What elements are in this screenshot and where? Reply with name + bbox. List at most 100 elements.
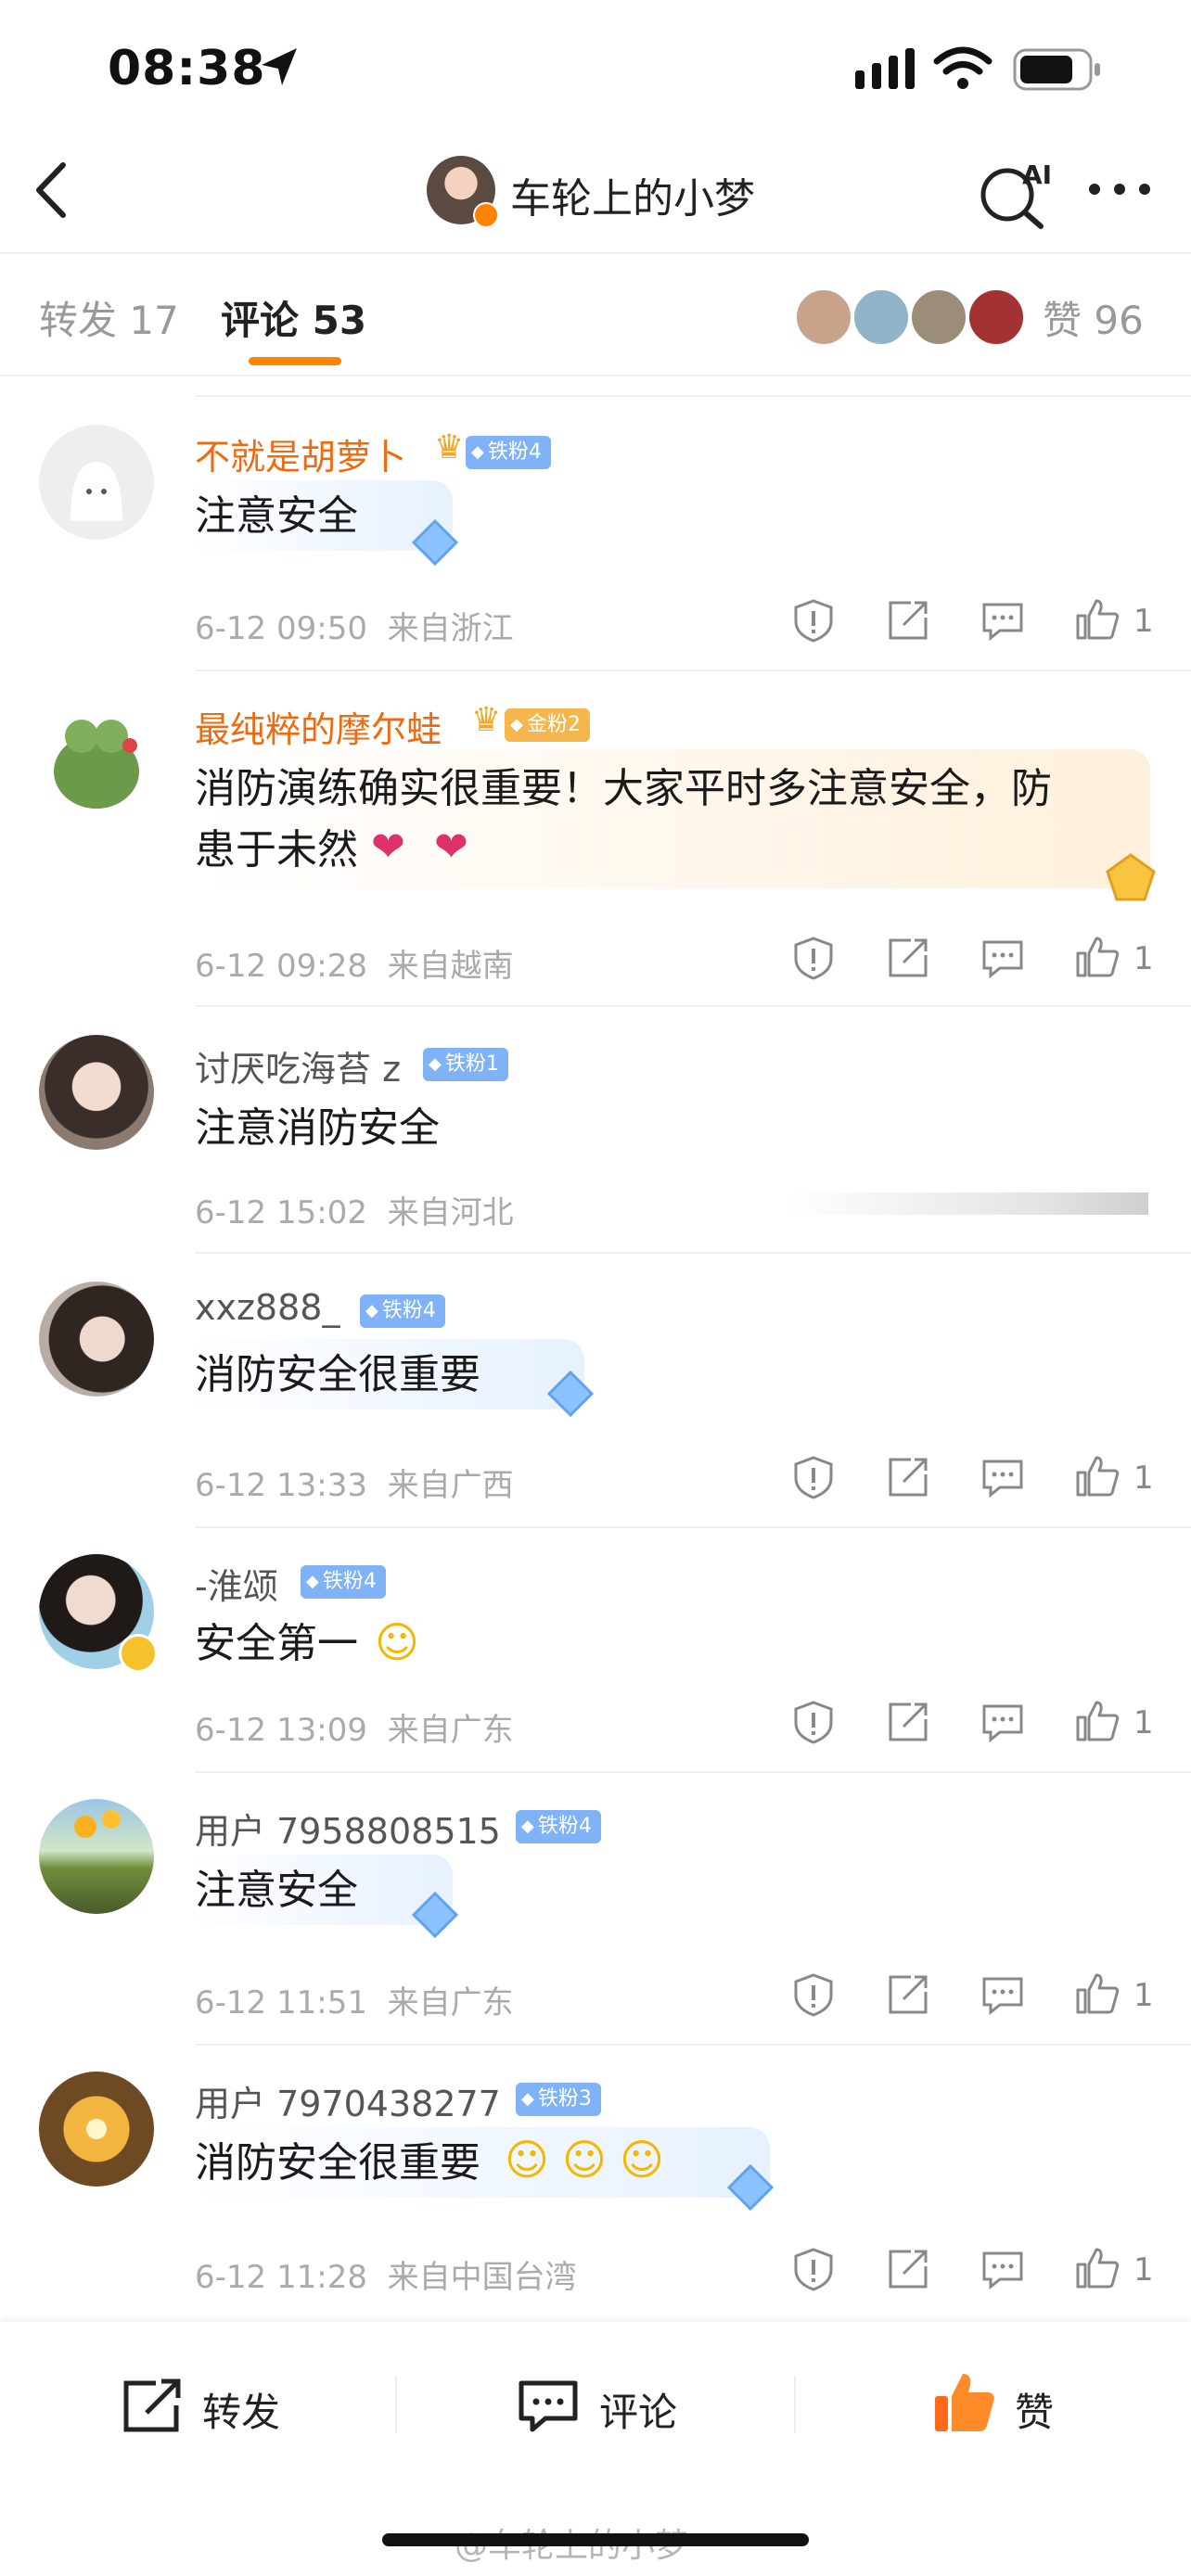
comment-divider	[195, 1771, 1191, 1773]
default-avatar-icon	[70, 462, 122, 521]
share-icon[interactable]	[885, 2246, 931, 2292]
comment-username[interactable]: 最纯粹的摩尔蛙	[195, 701, 442, 752]
reply-icon[interactable]	[980, 1971, 1026, 2018]
share-icon[interactable]	[885, 597, 931, 644]
svg-text:AI: AI	[1022, 159, 1052, 190]
share-icon[interactable]	[885, 1971, 931, 2018]
thumbs-up-icon[interactable]	[1074, 1970, 1121, 2016]
comment-username[interactable]: 讨厌吃海苔 z	[195, 1040, 401, 1091]
comment-text-line2: 患于未然	[195, 826, 358, 874]
reply-icon[interactable]	[980, 2246, 1026, 2292]
avatar[interactable]	[39, 2072, 154, 2187]
thumbs-up-icon[interactable]	[1074, 1452, 1121, 1498]
reply-icon[interactable]	[980, 597, 1026, 644]
comment-username[interactable]: 不就是胡萝卜	[195, 428, 406, 479]
comment-meta: 6-12 09:50 来自浙江	[195, 603, 514, 648]
more-options-icon[interactable]	[1087, 180, 1152, 198]
comment-date: 6-12 11:51	[195, 1984, 367, 2021]
liker-avatar[interactable]	[852, 287, 911, 347]
fan-badge: ◆ 铁粉4	[360, 1294, 445, 1328]
diamond-sticker-icon	[411, 518, 459, 567]
wifi-icon	[933, 46, 992, 89]
heart-emoji-icon: ❤	[371, 823, 405, 871]
laughing-emoji-icon: ☺	[375, 1617, 419, 1667]
report-icon[interactable]	[790, 597, 837, 644]
comment-text: 消防安全很重要	[195, 2139, 480, 2187]
like-count: 1	[1133, 603, 1154, 640]
thumbs-up-icon[interactable]	[1074, 2244, 1121, 2290]
fan-badge: ◆ 铁粉4	[301, 1565, 386, 1599]
repost-button[interactable]: 转发	[202, 2381, 280, 2438]
fan-badge: ◆ 铁粉3	[516, 2083, 601, 2116]
avatar[interactable]	[39, 1799, 154, 1914]
tab-like[interactable]: 赞 96	[1043, 289, 1144, 346]
avatar[interactable]	[39, 1282, 154, 1396]
repost-icon[interactable]	[121, 2378, 186, 2435]
fan-badge-label: 金粉2	[526, 713, 581, 736]
comment-username[interactable]: 用户 7970438277	[195, 2075, 501, 2126]
comment-location: 来自广东	[387, 1984, 514, 2021]
report-icon[interactable]	[790, 2246, 837, 2292]
comment-icon[interactable]	[516, 2376, 581, 2437]
comment-location: 来自中国台湾	[387, 2259, 577, 2296]
bottom-divider	[794, 2376, 796, 2433]
share-icon[interactable]	[885, 935, 931, 981]
liker-avatar[interactable]	[794, 287, 853, 347]
report-icon[interactable]	[790, 1971, 837, 2018]
list-top-divider	[195, 395, 1191, 397]
tab-comment[interactable]: 评论 53	[221, 289, 366, 346]
liker-avatar[interactable]	[909, 287, 968, 347]
flower-emoji-icon: ☺	[505, 2135, 549, 2185]
report-icon[interactable]	[790, 1699, 837, 1745]
avatar[interactable]	[39, 425, 154, 540]
comment-divider	[195, 1252, 1191, 1254]
comment-button[interactable]: 评论	[599, 2381, 677, 2438]
nav-divider	[0, 252, 1191, 254]
tab-repost[interactable]: 转发 17	[39, 289, 179, 346]
comment-username[interactable]: -淮颂	[195, 1558, 278, 1609]
reply-icon[interactable]	[980, 935, 1026, 981]
share-icon[interactable]	[885, 1699, 931, 1745]
avatar[interactable]	[39, 1035, 154, 1150]
reply-icon[interactable]	[980, 1699, 1026, 1745]
reply-icon[interactable]	[980, 1454, 1026, 1500]
fan-badge: ◆ 铁粉4	[466, 436, 551, 469]
avatar[interactable]	[39, 699, 154, 814]
diamond-sticker-icon	[546, 1370, 595, 1418]
report-icon[interactable]	[790, 1454, 837, 1500]
comment-text: 消防演练确实很重要！大家平时多注意安全，防	[195, 765, 1052, 812]
fan-badge: ◆ 铁粉1	[423, 1048, 508, 1081]
back-chevron-icon[interactable]	[30, 158, 76, 223]
report-icon[interactable]	[790, 935, 837, 981]
comment-date: 6-12 11:28	[195, 2259, 367, 2296]
share-icon[interactable]	[885, 1454, 931, 1500]
fan-badge-label: 铁粉4	[537, 1815, 592, 1838]
flame-icon	[74, 1810, 121, 1838]
nav-title[interactable]: 车轮上的小梦	[510, 165, 755, 224]
like-count: 1	[1133, 1704, 1154, 1741]
battery-icon	[1013, 48, 1100, 91]
comment-date: 6-12 09:28	[195, 948, 367, 985]
comment-username[interactable]: 用户 7958808515	[195, 1803, 501, 1854]
comment-text: 注意安全	[195, 492, 358, 540]
liked-thumbs-up-icon[interactable]	[931, 2368, 998, 2435]
comment-location: 来自广东	[387, 1712, 514, 1749]
verified-badge-icon	[119, 1634, 158, 1673]
heart-emoji-icon: ❤	[434, 823, 468, 871]
comment-date: 6-12 09:50	[195, 610, 367, 647]
liker-avatar[interactable]	[967, 287, 1026, 347]
comment-divider	[195, 1005, 1191, 1007]
fan-badge-label: 铁粉4	[381, 1299, 436, 1322]
like-button[interactable]: 赞	[1015, 2381, 1054, 2438]
like-count: 1	[1133, 2251, 1154, 2289]
comment-meta: 6-12 13:33 来自广西	[195, 1460, 514, 1505]
fan-badge-label: 铁粉4	[322, 1570, 377, 1593]
ai-search-icon[interactable]: AI	[978, 156, 1056, 230]
flower-emoji-icon: ☺	[620, 2135, 664, 2185]
thumbs-up-icon[interactable]	[1074, 1697, 1121, 1743]
thumbs-up-icon[interactable]	[1074, 933, 1121, 979]
thumbs-up-icon[interactable]	[1074, 595, 1121, 642]
comment-meta: 6-12 09:28 来自越南	[195, 940, 514, 986]
like-count: 1	[1133, 1977, 1154, 2014]
comment-username[interactable]: xxz888_	[195, 1287, 339, 1328]
